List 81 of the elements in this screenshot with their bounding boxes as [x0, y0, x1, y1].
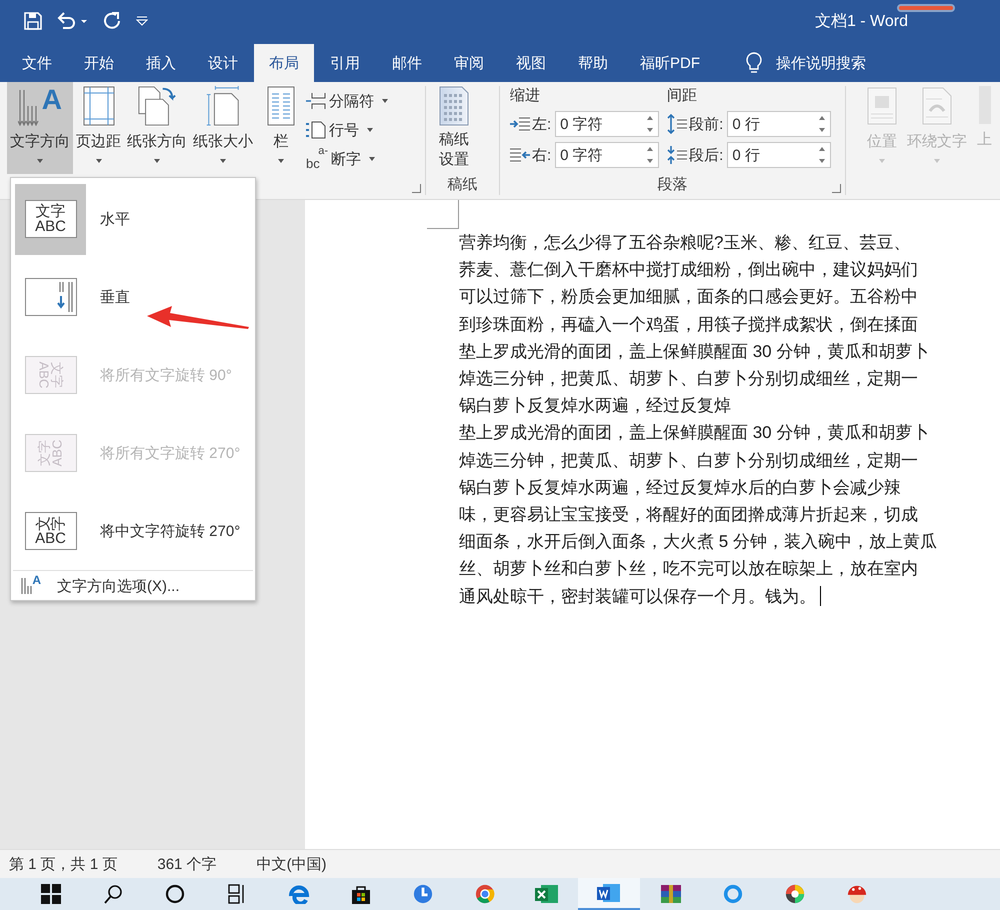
section-heading: 缩进	[510, 86, 541, 106]
status-item[interactable]: 第 1 页，共 1 页	[9, 854, 118, 874]
spacing-after-icon	[667, 145, 688, 165]
wrap-text-icon	[922, 86, 952, 126]
undo-icon[interactable]	[56, 12, 88, 30]
field-label: 左:	[532, 114, 552, 134]
picture-page-icon	[867, 86, 897, 126]
field-label: 右:	[532, 146, 552, 164]
account-indicator	[897, 4, 955, 12]
paragraph: 营养均衡，怎么少得了五谷杂粮呢?玉米、糁、红豆、芸豆、 荞麦、薏仁倒入干磨杯中搅打成细粉，倒出碗中，建议妈妈们 可以过筛下，粉质会更加细腻，面条的口感会更好。五谷粉中 到珍珠面粉，再磕入一个鸡蛋，用筷子搅拌成絮状，倒在揉面 垫上罗成光滑的面团，盖上保鲜膜醒面 30 分钟，黄瓜和胡萝卜 焯选三分钟，把黄瓜、胡萝卜、白萝卜分别切成细丝，定期一 锅白萝卜反复焯水两遍，经过反复焯	[459, 232, 930, 418]
dialog-launcher-icon[interactable]	[412, 184, 421, 193]
search-icon	[103, 884, 123, 904]
windows-logo-icon	[41, 884, 61, 904]
margins-icon	[82, 86, 114, 126]
status-item[interactable]: 中文(中国)	[256, 854, 327, 874]
ribbon-tab[interactable]: 视图	[500, 44, 562, 82]
cartoon-icon	[845, 884, 869, 904]
repeat-icon[interactable]	[102, 11, 122, 31]
circle-icon	[165, 884, 185, 904]
spreadsheet-icon	[535, 884, 559, 904]
customize-caret-icon[interactable]	[136, 16, 148, 26]
ribbon-button[interactable]: A 文字方向	[7, 82, 73, 174]
ribbon-tab[interactable]: 布局	[254, 44, 314, 82]
field-label: 段后:	[689, 146, 724, 164]
columns-icon	[267, 86, 295, 126]
spacing-before-icon	[667, 114, 688, 134]
ring-icon	[722, 884, 744, 904]
ribbon-tab[interactable]: 引用	[314, 44, 376, 82]
ribbon-button[interactable]: 页边距	[73, 82, 124, 174]
ribbon-tab[interactable]: 文件	[6, 44, 68, 82]
ribbon-tab[interactable]: 帮助	[562, 44, 624, 82]
indent-right-icon	[510, 147, 530, 163]
save-icon[interactable]	[24, 12, 42, 30]
page-size-icon	[206, 86, 240, 126]
ribbon-button[interactable]: a- bc 断字	[306, 148, 388, 170]
status-item[interactable]: 361 个字	[157, 854, 217, 874]
section-heading: 间距	[667, 86, 698, 106]
window-title: 文档1 - Word	[814, 12, 908, 32]
page-orientation-icon	[137, 86, 177, 126]
page-break-icon	[306, 92, 326, 110]
ribbon-tab[interactable]: 开始	[68, 44, 130, 82]
ribbon-button[interactable]: 行号	[306, 119, 388, 141]
text-direction-option-icon: 文字 ABC	[24, 200, 76, 238]
ribbon-tab[interactable]: 邮件	[376, 44, 438, 82]
document-app-icon	[597, 883, 621, 903]
archive-books-icon	[659, 884, 683, 904]
chrome-icon	[474, 884, 496, 904]
shopping-bag-icon	[350, 884, 372, 904]
ribbon-tab[interactable]: 插入	[130, 44, 192, 82]
hyphenation-icon: a- bc	[306, 149, 328, 169]
dialog-launcher-icon[interactable]	[832, 184, 841, 193]
manuscript-settings-button[interactable]: 稿纸设置	[426, 86, 482, 170]
indent-left-icon	[510, 116, 530, 132]
group-label: 段落	[658, 174, 688, 194]
field-label: 段前:	[689, 114, 724, 134]
spin-field[interactable]: 0 行	[727, 142, 832, 168]
line-numbers-icon	[306, 121, 326, 139]
menu-item[interactable]: A 文字方向选项(X)...	[11, 571, 255, 601]
ribbon-button[interactable]: 分隔符	[306, 90, 388, 112]
vertical-text-icon	[24, 278, 76, 316]
ribbon-tab[interactable]: 审阅	[438, 44, 500, 82]
ribbon-button[interactable]: 纸张大小	[190, 82, 256, 174]
ribbon-button[interactable]: 纸张方向	[124, 82, 190, 174]
spin-field[interactable]: 0 字符	[555, 111, 660, 137]
ribbon-button[interactable]: 栏	[264, 82, 298, 174]
taskbar-button[interactable]	[578, 878, 640, 910]
gauge-icon	[784, 884, 806, 904]
margin-corner-mark	[427, 200, 459, 229]
spin-field[interactable]: 0 字符	[555, 142, 660, 168]
grid-paper-icon	[438, 86, 469, 126]
menu-item[interactable]: 文字 ABC 将中文字符旋转 270°	[11, 492, 255, 570]
ribbon-tab[interactable]: 福昕PDF	[624, 44, 716, 82]
text-direction-option-icon: 文字 ABC	[24, 512, 76, 550]
spin-field[interactable]: 0 行	[727, 111, 832, 137]
lightbulb-icon[interactable]	[746, 52, 762, 74]
group-label: 稿纸	[448, 174, 478, 194]
tell-me-search[interactable]: 操作说明搜索	[776, 54, 866, 72]
ribbon-tab[interactable]: 设计	[192, 44, 254, 82]
edge-icon	[288, 884, 310, 904]
paragraph: 垫上罗成光滑的面团，盖上保鲜膜醒面 30 分钟，黄瓜和胡萝卜 焯选三分钟，把黄瓜、胡萝卜、白萝卜分别切成细丝，定期一 锅白萝卜反复焯水两遍，经过反复焯水后的白萝卜会减少辣 味，更容易让宝宝接受，将醒好的面团擀成薄片折起来，切成 细面条，水开后倒入面条，大火煮 5 分钟，装入碗中，放上黄瓜 丝、胡萝卜丝和白萝卜丝，吃不完可以放在晾架上，放在室内 通风处晾干，密封装罐可以保存一个月。钱为。	[459, 422, 938, 608]
clock-icon	[412, 884, 434, 904]
